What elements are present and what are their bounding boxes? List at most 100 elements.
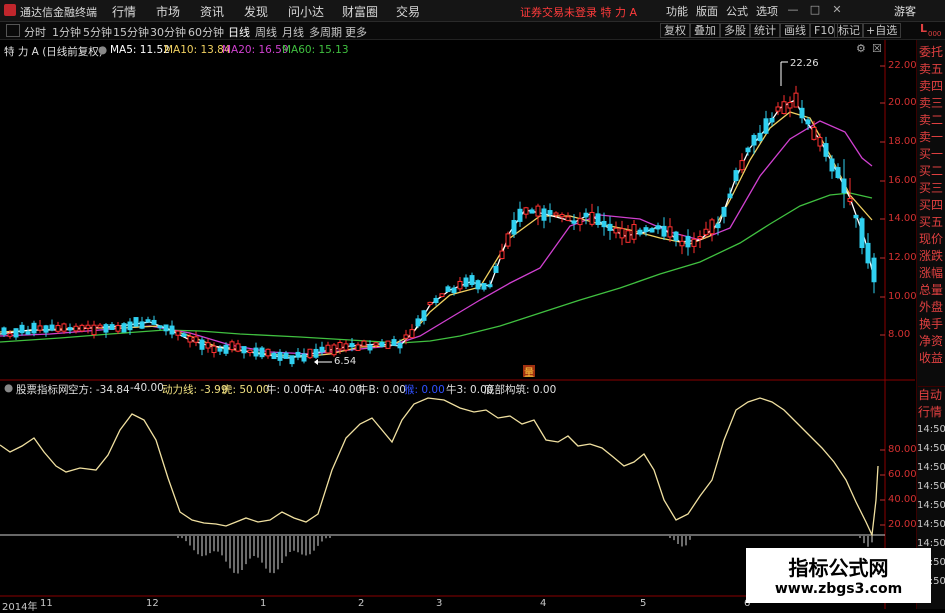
candle-body	[625, 230, 631, 243]
period-monthly[interactable]: 月线	[282, 24, 304, 40]
candle-body	[373, 342, 379, 346]
chart-settings-icon[interactable]	[6, 24, 20, 37]
overlay-button[interactable]: 叠加	[690, 23, 720, 38]
candle-body	[847, 198, 853, 202]
x-axis-label: 1	[260, 598, 267, 609]
sidebar-item[interactable]: 卖一	[919, 129, 945, 145]
candle-body	[109, 324, 115, 330]
sidebar-item[interactable]: 卖二	[919, 112, 945, 128]
sidebar-item[interactable]: 委托	[919, 44, 945, 60]
sidebar-item[interactable]: 涨跌	[919, 248, 945, 264]
sidebar-item[interactable]: 卖五	[919, 61, 945, 77]
candle-body	[469, 275, 475, 286]
legend-settings-icon[interactable]: ⚙	[856, 42, 866, 55]
candle-body	[709, 219, 715, 235]
candle-body	[559, 214, 565, 218]
low-price-label: 6.54	[334, 356, 357, 367]
candle-body	[121, 323, 127, 333]
period-15min[interactable]: 15分钟	[113, 24, 149, 40]
indicator-name[interactable]: 股票指标网	[16, 382, 69, 397]
multi-stock-button[interactable]: 多股	[720, 23, 750, 38]
sidebar-item[interactable]: 买一	[919, 146, 945, 162]
candle-body	[655, 225, 661, 230]
layout-button[interactable]: 版面	[696, 3, 718, 19]
candle-body	[781, 101, 787, 115]
drawing-button[interactable]: 画线	[780, 23, 810, 38]
sidebar-item[interactable]: 买二	[919, 163, 945, 179]
sidebar-item[interactable]: 收益	[919, 350, 945, 366]
price-tick-label: 8.00	[888, 329, 911, 340]
close-icon[interactable]: ✕	[830, 3, 844, 17]
period-intraday[interactable]: 分时	[24, 24, 46, 40]
period-multi[interactable]: 多周期	[309, 24, 342, 40]
sidebar-item[interactable]: 换手	[919, 316, 945, 332]
sidebar-item[interactable]: 净资	[919, 333, 945, 349]
candle-body	[589, 211, 595, 225]
period-60min[interactable]: 60分钟	[188, 24, 224, 40]
candle-body	[127, 321, 133, 331]
formula-button[interactable]: 公式	[726, 3, 748, 19]
sidebar-item[interactable]: 卖三	[919, 95, 945, 111]
menu-market-quotes[interactable]: 行情	[112, 3, 136, 20]
kline-chart[interactable]	[0, 40, 916, 609]
menu-news[interactable]: 资讯	[200, 3, 224, 20]
x-axis-label: 12	[146, 598, 159, 609]
mark-button[interactable]: 标记	[834, 23, 864, 38]
tab-quotes[interactable]: 行情	[918, 404, 945, 420]
period-daily[interactable]: 日线	[228, 24, 250, 40]
candle-body	[835, 167, 841, 179]
x-axis-label: 2014年	[2, 602, 38, 613]
period-5min[interactable]: 5分钟	[83, 24, 112, 40]
candle-body	[67, 327, 73, 331]
maximize-icon[interactable]: □	[808, 3, 822, 17]
candle-body	[673, 231, 679, 241]
indicator-tick-label: 80.00	[888, 444, 917, 455]
adjust-button[interactable]: 复权	[660, 23, 690, 38]
candle-body	[55, 325, 61, 332]
legend-close-icon[interactable]: ☒	[872, 42, 882, 55]
candle-body	[307, 348, 313, 359]
candle-body	[787, 101, 793, 109]
sidebar-item[interactable]: 买三	[919, 180, 945, 196]
sidebar-item[interactable]: 外盘	[919, 299, 945, 315]
candle-body	[679, 240, 685, 247]
sidebar-item[interactable]: 涨幅	[919, 265, 945, 281]
candle-body	[211, 345, 217, 354]
sidebar-item[interactable]: 买四	[919, 197, 945, 213]
statistics-button[interactable]: 统计	[750, 23, 780, 38]
indicator-field: 牛: 0.00	[266, 384, 307, 396]
guest-label[interactable]: 游客	[894, 3, 916, 19]
sidebar-item[interactable]: 总量	[919, 282, 945, 298]
sidebar-item[interactable]: 现价	[919, 231, 945, 247]
trade-status-ticker: 证券交易未登录 特 力 A	[520, 6, 638, 19]
candle-body	[415, 318, 421, 327]
function-button[interactable]: 功能	[666, 3, 688, 19]
menu-discover[interactable]: 发现	[244, 3, 268, 20]
menu-ask-xiaoda[interactable]: 问小达	[288, 3, 324, 20]
candle-body	[703, 228, 709, 236]
candle-body	[829, 158, 835, 172]
period-more[interactable]: 更多	[345, 24, 367, 40]
menu-trade[interactable]: 交易	[396, 3, 420, 20]
sidebar-item[interactable]: 卖四	[919, 78, 945, 94]
period-30min[interactable]: 30分钟	[150, 24, 186, 40]
price-tick-label: 14.00	[888, 213, 917, 224]
candle-body	[667, 226, 673, 238]
add-watchlist-button[interactable]: +自选	[862, 23, 902, 38]
period-weekly[interactable]: 周线	[255, 24, 277, 40]
tab-auto[interactable]: 自动	[918, 386, 945, 403]
candle-body	[823, 143, 829, 157]
candle-body	[361, 340, 367, 347]
sidebar-item[interactable]: 买五	[919, 214, 945, 230]
menu-wealth-circle[interactable]: 财富圈	[342, 3, 378, 20]
minimize-icon[interactable]: —	[786, 3, 800, 17]
candle-body	[493, 265, 499, 273]
period-1min[interactable]: 1分钟	[52, 24, 81, 40]
app-title: 通达信金融终端	[20, 6, 97, 19]
candle-body	[871, 257, 877, 283]
candle-body	[199, 339, 205, 350]
options-button[interactable]: 选项	[756, 3, 778, 19]
candle-body	[397, 342, 403, 349]
menu-market[interactable]: 市场	[156, 3, 180, 20]
candle-body	[247, 349, 253, 353]
